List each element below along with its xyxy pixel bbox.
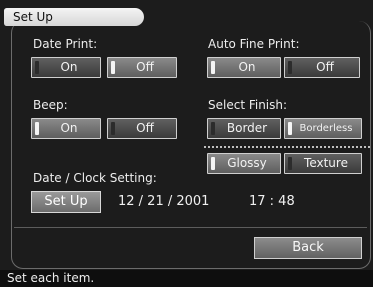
beep-on-button[interactable]: On: [31, 118, 101, 139]
status-message: Set each item.: [0, 270, 373, 287]
glossy-button[interactable]: Glossy: [207, 153, 281, 174]
texture-indicator: [288, 157, 292, 170]
date-print-on-indicator: [35, 61, 39, 74]
select-finish-label: Select Finish:: [208, 98, 288, 112]
beep-off-indicator: [111, 122, 115, 135]
texture-button[interactable]: Texture: [284, 153, 362, 174]
borderless-indicator: [288, 122, 292, 135]
back-button[interactable]: Back: [254, 237, 362, 259]
current-time: 17 : 48: [249, 194, 295, 209]
beep-label: Beep:: [33, 98, 68, 112]
beep-off-button[interactable]: Off: [107, 118, 177, 139]
current-date: 12 / 21 / 2001: [118, 194, 210, 209]
date-print-off-button[interactable]: Off: [107, 57, 177, 78]
finish-divider: [204, 146, 370, 148]
setup-screen: Set Up Date Print: On Off Auto Fine Prin…: [0, 0, 373, 287]
auto-fine-print-off-indicator: [288, 61, 292, 74]
date-print-label: Date Print:: [33, 37, 98, 51]
date-clock-label: Date / Clock Setting:: [33, 171, 157, 185]
date-clock-setup-button[interactable]: Set Up: [31, 191, 101, 213]
date-print-off-indicator: [111, 61, 115, 74]
borderless-button[interactable]: Borderless: [284, 118, 362, 139]
bottom-divider: [14, 227, 367, 228]
auto-fine-print-label: Auto Fine Print:: [208, 37, 300, 51]
border-button[interactable]: Border: [207, 118, 281, 139]
glossy-indicator: [211, 157, 215, 170]
border-indicator: [211, 122, 215, 135]
screen-title: Set Up: [4, 8, 144, 26]
date-print-on-button[interactable]: On: [31, 57, 101, 78]
auto-fine-print-off-button[interactable]: Off: [284, 57, 360, 78]
auto-fine-print-on-button[interactable]: On: [207, 57, 281, 78]
beep-on-indicator: [35, 122, 39, 135]
auto-fine-print-on-indicator: [211, 61, 215, 74]
